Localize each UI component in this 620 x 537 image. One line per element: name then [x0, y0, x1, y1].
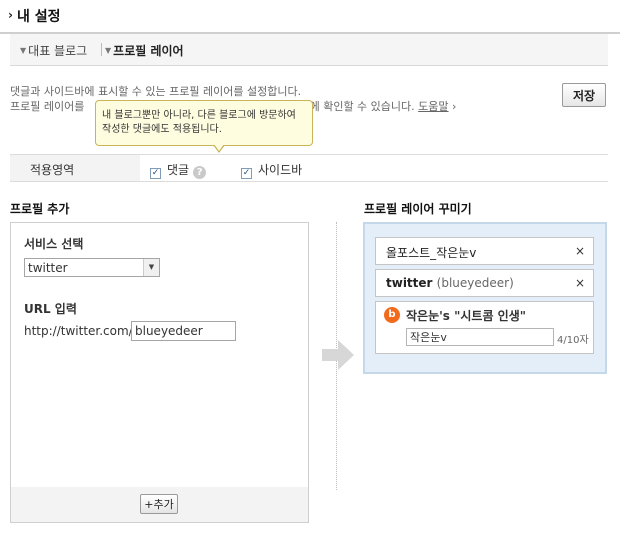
sidebar-checkbox[interactable]: ✓ 사이드바	[241, 161, 302, 179]
decorate-panel: 올포스트_작은눈v × twitter (blueyedeer) × b 작은눈…	[363, 222, 607, 374]
blog-logo-icon: b	[384, 307, 400, 323]
dropdown-arrow-icon[interactable]: ▼	[143, 259, 159, 276]
url-input[interactable]	[131, 321, 236, 341]
layer-item-blog-title: b 작은눈's "시트콤 인생" 4/10자	[375, 301, 594, 354]
help-question-icon[interactable]: ?	[193, 166, 207, 179]
save-button[interactable]: 저장	[562, 83, 606, 107]
section-arrow-icon: ›	[8, 8, 13, 22]
page-header: › 내 설정	[0, 0, 620, 34]
tab-main-blog[interactable]: ▼ 대표 블로그	[20, 42, 87, 59]
tab-profile-layer[interactable]: ▼ 프로필 레이어	[105, 42, 184, 59]
add-panel-footer: +추가	[11, 487, 308, 522]
url-prefix: http://twitter.com/	[24, 324, 133, 338]
blog-title: 작은눈's "시트콤 인생"	[406, 309, 526, 323]
checkbox-checked-icon[interactable]: ✓	[150, 168, 161, 179]
service-select[interactable]: twitter ▼	[24, 258, 160, 277]
service-select-label: 서비스 선택	[24, 237, 84, 251]
layer-item-twitter[interactable]: twitter (blueyedeer) ×	[375, 269, 594, 297]
comment-checkbox[interactable]: ✓ 댓글?	[150, 161, 207, 179]
tooltip-line-2: 작성한 댓글에도 적용됩니다.	[102, 124, 222, 135]
caret-down-icon: ▼	[20, 46, 27, 55]
tooltip-line-1: 내 블로그뿐만 아니라, 다른 블로그에 방문하여	[102, 110, 296, 121]
apply-area-label: 적용영역	[10, 155, 140, 181]
layer-item-label: twitter (blueyedeer)	[386, 276, 514, 290]
caret-down-icon: ▼	[105, 46, 112, 55]
layer-item-blog[interactable]: 올포스트_작은눈v ×	[375, 237, 594, 265]
add-profile-title: 프로필 추가	[10, 202, 70, 216]
checkbox-checked-icon[interactable]: ✓	[241, 168, 252, 179]
tab-bar: ▼ 대표 블로그 ▼ 프로필 레이어	[10, 34, 608, 66]
url-input-label: URL 입력	[24, 302, 77, 316]
layer-item-label: 올포스트_작은눈v	[386, 246, 477, 260]
tab-divider	[101, 43, 102, 56]
char-counter: 4/10자	[557, 335, 589, 346]
add-button[interactable]: +추가	[140, 494, 178, 514]
help-arrow-icon: ›	[448, 100, 457, 113]
description-line-1: 댓글과 사이드바에 표시할 수 있는 프로필 레이어를 설정합니다.	[10, 85, 302, 98]
apply-area-row: 적용영역 ✓ 댓글? ✓ 사이드바	[10, 154, 608, 182]
tooltip: 내 블로그뿐만 아니라, 다른 블로그에 방문하여 작성한 댓글에도 적용됩니다…	[95, 100, 313, 153]
close-icon[interactable]: ×	[575, 244, 585, 258]
page-title: 내 설정	[17, 9, 61, 25]
arrow-right-icon	[322, 340, 354, 370]
add-profile-panel: 서비스 선택 twitter ▼ URL 입력 http://twitter.c…	[10, 222, 309, 523]
decorate-title: 프로필 레이어 꾸미기	[364, 202, 472, 216]
close-icon[interactable]: ×	[575, 276, 585, 290]
nickname-input[interactable]	[406, 328, 554, 346]
help-link[interactable]: 도움말	[418, 100, 448, 113]
